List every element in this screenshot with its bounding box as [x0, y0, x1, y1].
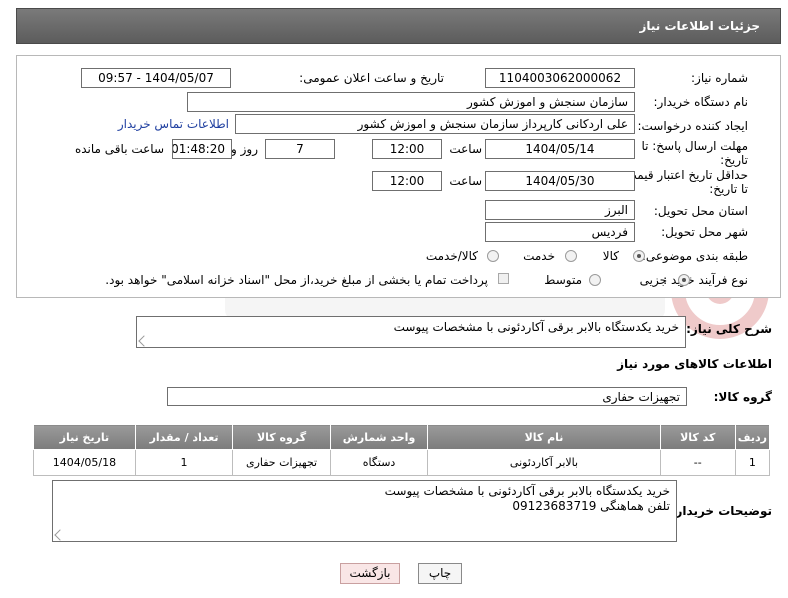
cell-name: بالابر آکاردئونی: [427, 449, 661, 476]
description-text: خرید یکدستگاه بالابر برقی آکاردئونی با م…: [393, 320, 679, 334]
cell-code: --: [659, 449, 736, 476]
col-row: ردیف: [734, 424, 771, 450]
category-option-service: خدمت: [523, 249, 555, 263]
resize-grip-icon: [138, 335, 150, 347]
buyer-notes-line2: تلفن هماهنگی 09123683719: [512, 499, 670, 513]
cell-need-date: 1404/05/18: [33, 449, 136, 476]
goods-table-header: ردیف کد کالا نام کالا واحد شمارش گروه کا…: [33, 424, 771, 450]
goods-group-label: گروه کالا:: [713, 390, 772, 404]
buyer-org-label: نام دستگاه خریدار:: [653, 95, 749, 109]
announce-datetime-field: 1404/05/07 - 09:57: [81, 68, 231, 88]
description-label: شرح کلی نیاز:: [686, 322, 772, 336]
col-name: نام کالا: [427, 424, 661, 450]
process-option-medium: متوسط: [544, 273, 582, 287]
goods-group-field: تجهیزات حفاری: [167, 387, 687, 406]
process-radio-medium[interactable]: [589, 274, 601, 286]
description-textarea: خرید یکدستگاه بالابر برقی آکاردئونی با م…: [136, 316, 686, 348]
province-field: البرز: [485, 200, 635, 220]
category-option-goods: کالا: [602, 249, 619, 263]
validity-label: حداقل تاریخ اعتبار قیمت:: [621, 168, 748, 182]
days-label: روز و: [231, 142, 258, 156]
process-radio-minor[interactable]: [678, 274, 690, 286]
deadline-label-date: تاریخ:: [720, 153, 748, 167]
remaining-time-field: 01:48:20: [172, 139, 232, 159]
buyer-org-field: سازمان سنجش و اموزش کشور: [187, 92, 635, 112]
cell-group: تجهیزات حفاری: [232, 449, 331, 476]
col-group: گروه کالا: [232, 424, 331, 450]
category-radio-goods[interactable]: [633, 250, 645, 262]
buyer-notes-textarea: خرید یکدستگاه بالابر برقی آکاردئونی با م…: [52, 480, 677, 542]
creator-label: ایجاد کننده درخواست:: [637, 119, 748, 133]
category-radio-goods-service[interactable]: [487, 250, 499, 262]
table-row: 1 -- بالابر آکاردئونی دستگاه تجهیزات حفا…: [33, 449, 771, 476]
back-button[interactable]: بازگشت: [340, 563, 400, 584]
deadline-date-field: 1404/05/14: [485, 139, 635, 159]
need-number-label: شماره نیاز:: [691, 71, 748, 85]
city-field: فردیس: [485, 222, 635, 242]
goods-table: ردیف کد کالا نام کالا واحد شمارش گروه کا…: [33, 424, 771, 476]
need-info-panel: شماره نیاز: 1104003062000062 تاریخ و ساع…: [16, 55, 781, 298]
cell-quantity: 1: [134, 449, 234, 476]
remaining-label: ساعت باقی مانده: [74, 142, 164, 156]
validity-date-field: 1404/05/30: [485, 171, 635, 191]
days-field: 7: [265, 139, 335, 159]
city-label: شهر محل تحویل:: [661, 225, 748, 239]
process-option-minor: جزیی: [639, 273, 667, 287]
resize-grip-icon: [54, 529, 66, 541]
deadline-hour-label: ساعت: [449, 142, 482, 156]
page-title: جزئیات اطلاعات نیاز: [639, 19, 760, 33]
validity-label-date: تا تاریخ:: [709, 182, 748, 196]
announce-label: تاریخ و ساعت اعلان عمومی:: [299, 71, 444, 85]
print-button[interactable]: چاپ: [418, 563, 462, 584]
col-code: کد کالا: [659, 424, 736, 450]
cell-unit: دستگاه: [329, 449, 429, 476]
buyer-notes-line1: خرید یکدستگاه بالابر برقی آکاردئونی با م…: [384, 484, 670, 498]
deadline-label: مهلت ارسال پاسخ: تا: [641, 139, 748, 153]
goods-section-title: اطلاعات کالاهای مورد نیاز: [617, 357, 772, 371]
province-label: استان محل تحویل:: [653, 204, 748, 218]
category-radio-service[interactable]: [565, 250, 577, 262]
col-quantity: تعداد / مقدار: [134, 424, 234, 450]
process-label: نوع فرآیند خرید :: [663, 273, 748, 287]
treasury-payment-checkbox[interactable]: [498, 273, 509, 284]
deadline-time-field: 12:00: [372, 139, 442, 159]
creator-field: علی اردکانی کارپرداز سازمان سنجش و اموزش…: [235, 114, 635, 134]
category-option-goods-service: کالا/خدمت: [425, 249, 478, 263]
cell-row: 1: [734, 449, 771, 476]
category-label: طبقه بندی موضوعی:: [641, 249, 748, 263]
validity-hour-label: ساعت: [449, 174, 482, 188]
buyer-notes-label: توضیحات خریدار:: [670, 504, 772, 518]
col-need-date: تاریخ نیاز: [33, 424, 136, 450]
page-header: جزئیات اطلاعات نیاز: [16, 8, 781, 44]
treasury-payment-note: پرداخت تمام یا بخشی از مبلغ خرید،از محل …: [105, 273, 488, 287]
validity-time-field: 12:00: [372, 171, 442, 191]
col-unit: واحد شمارش: [329, 424, 429, 450]
contact-info-link[interactable]: اطلاعات تماس خریدار: [118, 117, 229, 131]
need-number-field: 1104003062000062: [485, 68, 635, 88]
